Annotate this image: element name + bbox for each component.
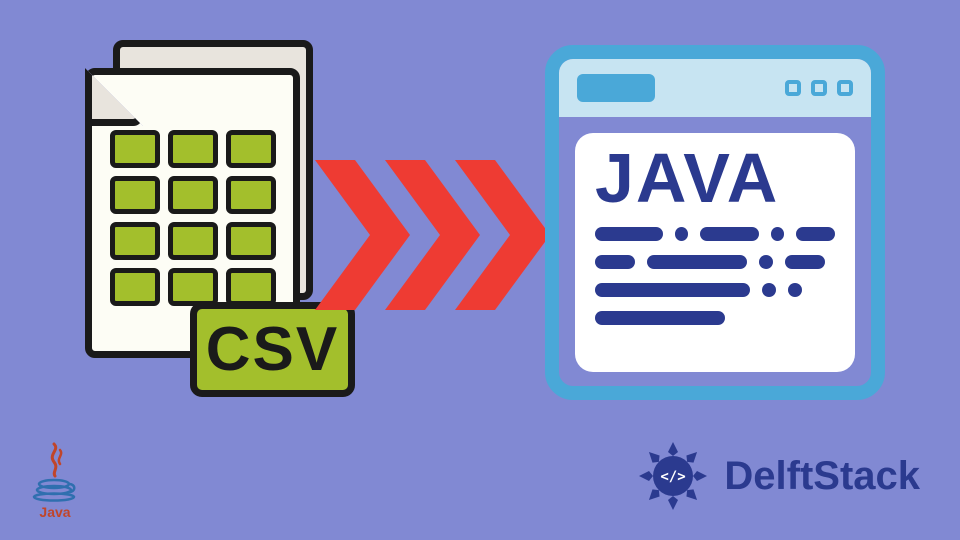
cell [110, 222, 160, 260]
cell [226, 268, 276, 306]
code-line [595, 227, 835, 241]
cell [110, 268, 160, 306]
code-dot [762, 283, 776, 297]
csv-document-icon: CSV [85, 40, 345, 420]
csv-tag-label: CSV [206, 314, 339, 385]
code-segment [785, 255, 825, 269]
delftstack-logo: </> DelftStack [634, 437, 920, 515]
convert-arrows-icon [315, 160, 545, 310]
cell [168, 222, 218, 260]
titlebar-tab [577, 74, 655, 102]
window-control-icon [785, 80, 801, 96]
svg-text:</>: </> [661, 469, 686, 485]
code-segment [595, 283, 750, 297]
window-control-icon [837, 80, 853, 96]
code-segment [647, 255, 747, 269]
spreadsheet-cells [110, 130, 276, 306]
window-controls [785, 80, 853, 96]
code-dot [771, 227, 785, 241]
delftstack-label: DelftStack [724, 454, 920, 499]
cell [168, 130, 218, 168]
java-cup-icon [32, 442, 78, 502]
java-logo-label: Java [20, 504, 90, 520]
cell [226, 176, 276, 214]
code-line [595, 283, 835, 297]
delftstack-badge-icon: </> [634, 437, 712, 515]
java-label: JAVA [595, 143, 835, 213]
window-control-icon [811, 80, 827, 96]
cell [110, 176, 160, 214]
cell [226, 130, 276, 168]
window-titlebar [559, 59, 871, 117]
code-line [595, 311, 835, 325]
cell [110, 130, 160, 168]
code-dot [759, 255, 773, 269]
java-code-window-icon: JAVA [545, 45, 885, 400]
code-segment [595, 255, 635, 269]
cell [168, 176, 218, 214]
cell [168, 268, 218, 306]
code-segment [595, 227, 663, 241]
code-dot [675, 227, 689, 241]
code-panel: JAVA [575, 133, 855, 372]
chevron-right-triple-icon [315, 160, 545, 310]
csv-file-tag: CSV [190, 302, 355, 397]
code-line [595, 255, 835, 269]
code-lines [595, 227, 835, 325]
java-logo: Java [20, 442, 90, 520]
code-segment [595, 311, 725, 325]
code-dot [788, 283, 802, 297]
hero-illustration: CSV JAVA [0, 0, 960, 540]
page-fold-icon [85, 68, 143, 126]
cell [226, 222, 276, 260]
code-segment [796, 227, 835, 241]
code-segment [700, 227, 758, 241]
